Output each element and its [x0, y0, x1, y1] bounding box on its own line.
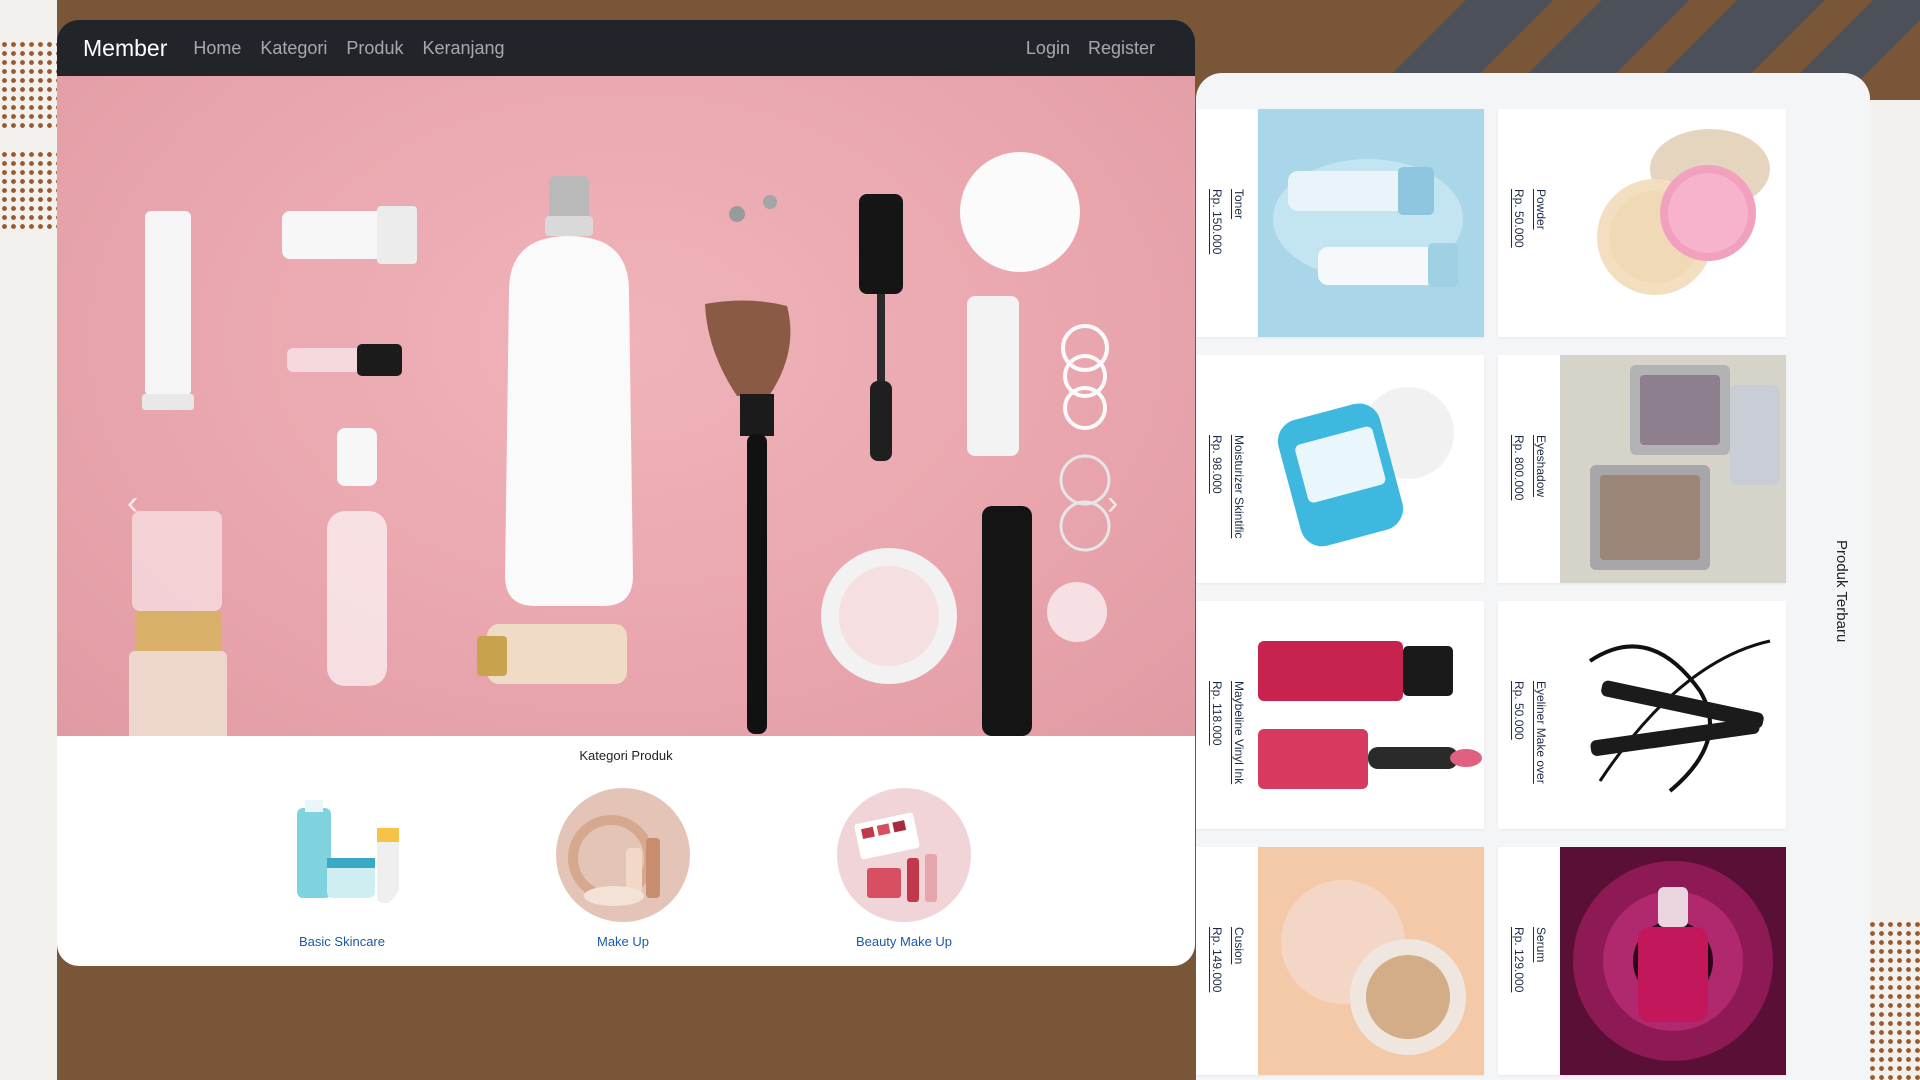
- eyeshadow-palette-image: [1560, 355, 1786, 583]
- product-price[interactable]: Rp. 118.000: [1210, 681, 1224, 829]
- product-text: Rp. 50.000 Powder: [1502, 109, 1558, 337]
- product-text: Rp. 50.000 Eyeliner Make over: [1502, 601, 1558, 829]
- dot-pattern-decoration: [1868, 920, 1920, 1080]
- hero-carousel[interactable]: ‹ ›: [57, 76, 1195, 736]
- carousel-prev-icon[interactable]: ‹: [127, 486, 138, 520]
- lip-ink-image: [1258, 601, 1484, 829]
- product-name[interactable]: Moisturizer Skintific: [1232, 435, 1246, 583]
- product-price[interactable]: Rp. 50.000: [1512, 189, 1526, 337]
- product-name[interactable]: Powder: [1534, 189, 1548, 337]
- register-link[interactable]: Register: [1088, 38, 1155, 59]
- product-card-serum[interactable]: Rp. 129.000 Serum: [1498, 847, 1786, 1075]
- latest-products-panel: Produk Terbaru Rp. 150.000 Toner Rp. 50.…: [1196, 73, 1870, 1080]
- product-text: Rp. 118.000 Maybeline Vinyl Ink: [1200, 601, 1256, 829]
- lipstick-palette-image: [837, 788, 971, 922]
- product-card-eyeshadow[interactable]: Rp. 800.000 Eyeshadow: [1498, 355, 1786, 583]
- product-card-powder[interactable]: Rp. 50.000 Powder: [1498, 109, 1786, 337]
- nav-link-keranjang[interactable]: Keranjang: [422, 38, 504, 59]
- skincare-products-image: [275, 788, 409, 922]
- product-name[interactable]: Eyeliner Make over: [1534, 681, 1548, 829]
- product-price[interactable]: Rp. 98.000: [1210, 435, 1224, 583]
- cushion-compact-image: [1258, 847, 1484, 1075]
- product-name[interactable]: Serum: [1534, 927, 1548, 1075]
- nav-link-home[interactable]: Home: [193, 38, 241, 59]
- product-card-moisturizer-skintific[interactable]: Rp. 98.000 Moisturizer Skintific: [1196, 355, 1484, 583]
- category-label[interactable]: Basic Skincare: [252, 934, 432, 949]
- navbar: Member Home Kategori Produk Keranjang Lo…: [57, 20, 1195, 76]
- product-card-toner[interactable]: Rp. 150.000 Toner: [1196, 109, 1484, 337]
- product-price[interactable]: Rp. 129.000: [1512, 927, 1526, 1075]
- dot-pattern-decoration: [0, 40, 57, 130]
- loose-powder-image: [1560, 109, 1786, 337]
- nav-link-kategori[interactable]: Kategori: [260, 38, 327, 59]
- navbar-brand[interactable]: Member: [83, 35, 167, 62]
- category-title: Kategori Produk: [579, 748, 673, 763]
- product-price[interactable]: Rp. 50.000: [1512, 681, 1526, 829]
- category-item-basic-skincare[interactable]: Basic Skincare: [252, 788, 432, 949]
- login-link[interactable]: Login: [1026, 38, 1070, 59]
- serum-bottle-image: [1560, 847, 1786, 1075]
- dot-pattern-decoration: [0, 150, 57, 230]
- hero-cosmetics-flatlay-image: [129, 152, 1111, 736]
- category-label[interactable]: Beauty Make Up: [814, 934, 994, 949]
- product-card-cusion[interactable]: Rp. 149.000 Cusion: [1196, 847, 1484, 1075]
- makeup-products-image: [556, 788, 690, 922]
- carousel-next-icon[interactable]: ›: [1107, 486, 1118, 520]
- product-name[interactable]: Eyeshadow: [1534, 435, 1548, 583]
- product-name[interactable]: Cusion: [1232, 927, 1246, 1075]
- category-panel: Kategori Produk Basic Skincare Make Up B…: [57, 736, 1195, 966]
- product-price[interactable]: Rp. 150.000: [1210, 189, 1224, 337]
- eyeliner-pens-image: [1560, 601, 1786, 829]
- product-text: Rp. 98.000 Moisturizer Skintific: [1200, 355, 1256, 583]
- product-text: Rp. 150.000 Toner: [1200, 109, 1256, 337]
- main-page-frame: Member Home Kategori Produk Keranjang Lo…: [57, 20, 1195, 968]
- product-text: Rp. 800.000 Eyeshadow: [1502, 355, 1558, 583]
- product-text: Rp. 129.000 Serum: [1502, 847, 1558, 1075]
- product-name[interactable]: Toner: [1232, 189, 1246, 337]
- product-text: Rp. 149.000 Cusion: [1200, 847, 1256, 1075]
- nav-link-produk[interactable]: Produk: [346, 38, 403, 59]
- latest-products-label: Produk Terbaru: [1833, 539, 1850, 643]
- toner-bottles-image: [1258, 109, 1484, 337]
- category-item-beauty-make-up[interactable]: Beauty Make Up: [814, 788, 994, 949]
- navbar-auth-links: Login Register: [1026, 38, 1155, 59]
- category-item-make-up[interactable]: Make Up: [533, 788, 713, 949]
- product-card-maybeline-vinyl-ink[interactable]: Rp. 118.000 Maybeline Vinyl Ink: [1196, 601, 1484, 829]
- category-label[interactable]: Make Up: [533, 934, 713, 949]
- product-price[interactable]: Rp. 149.000: [1210, 927, 1224, 1075]
- product-name[interactable]: Maybeline Vinyl Ink: [1232, 681, 1246, 829]
- product-price[interactable]: Rp. 800.000: [1512, 435, 1526, 583]
- moisturizer-jar-image: [1258, 355, 1484, 583]
- product-card-eyeliner-make-over[interactable]: Rp. 50.000 Eyeliner Make over: [1498, 601, 1786, 829]
